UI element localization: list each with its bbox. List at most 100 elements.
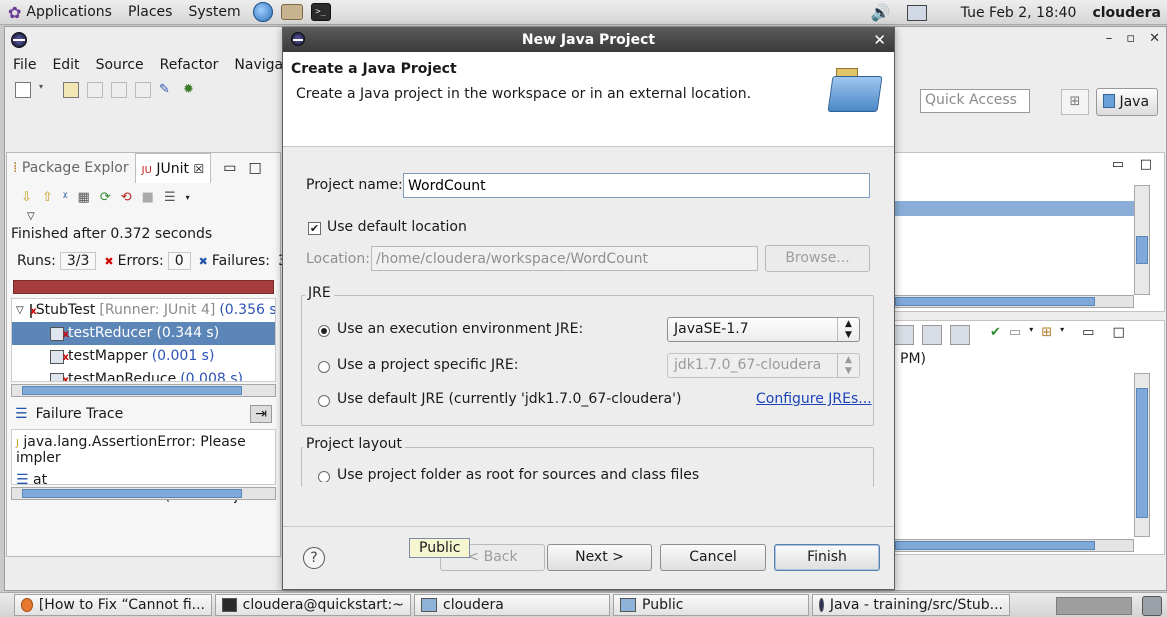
print-icon[interactable] — [135, 82, 151, 98]
volume-icon[interactable]: 🔊 — [871, 3, 891, 22]
menu-refactor[interactable]: Refactor — [152, 57, 227, 73]
tree-row-suite[interactable]: ▽ StubTest [Runner: JUnit 4] (0.356 s) — [12, 299, 275, 323]
use-default-location-checkbox[interactable]: ✔ — [308, 222, 321, 235]
new-package-icon[interactable] — [63, 82, 79, 98]
trace-line[interactable]: J java.lang.AssertionError: Please imple… — [16, 434, 271, 466]
default-jre-radio[interactable] — [318, 395, 330, 407]
cancel-button[interactable]: Cancel — [660, 544, 766, 571]
debug-icon[interactable]: ✹ — [183, 82, 199, 98]
view-minimize-icon[interactable]: ▭ — [223, 160, 236, 176]
open-console-icon[interactable]: ⊞ — [1041, 325, 1052, 345]
save-icon[interactable] — [87, 82, 103, 98]
display-console-icon[interactable]: ▭ — [1009, 325, 1021, 345]
tree-row-test[interactable]: testMapReduce (0.008 s) — [12, 368, 275, 381]
terminal-launcher-icon[interactable]: >_ — [310, 3, 331, 21]
tree-row-test[interactable]: testReducer (0.344 s) — [12, 322, 275, 346]
dropdown-icon[interactable]: ▾ — [1029, 325, 1033, 345]
menu-file[interactable]: File — [5, 57, 44, 73]
dialog-close-icon[interactable]: ✕ — [873, 28, 886, 52]
scroll-lock-icon[interactable]: ▦ — [78, 190, 90, 205]
location-input[interactable] — [371, 246, 758, 271]
close-icon[interactable]: ✕ — [1149, 31, 1160, 46]
clock[interactable]: Tue Feb 2, 18:40 — [961, 5, 1077, 21]
save-all-icon[interactable] — [111, 82, 127, 98]
scroll-thumb[interactable] — [22, 386, 242, 395]
quick-access-input[interactable]: Quick Access — [920, 89, 1030, 113]
tab-package-explorer[interactable]: ⁞ Package Explor — [7, 153, 135, 183]
java-perspective-button[interactable]: Java — [1096, 88, 1158, 116]
close-tab-icon[interactable]: ☒ — [193, 162, 204, 176]
browse-button[interactable]: Browse... — [765, 245, 870, 272]
rerun-icon[interactable]: ⟳ — [100, 190, 111, 205]
vertical-scrollbar[interactable] — [1134, 373, 1150, 537]
menu-source[interactable]: Source — [88, 57, 152, 73]
horizontal-scrollbar[interactable] — [894, 539, 1134, 552]
open-perspective-icon[interactable]: ⊞ — [1061, 89, 1089, 115]
taskbar-item-terminal[interactable]: cloudera@quickstart:~ — [215, 594, 411, 616]
next-button[interactable]: Next > — [547, 544, 652, 571]
vertical-scrollbar[interactable] — [1134, 185, 1150, 295]
taskbar-item-eclipse[interactable]: Java - training/src/Stub... — [812, 594, 1010, 616]
tree-row-test[interactable]: testMapper (0.001 s) — [12, 345, 275, 369]
pin-console-icon[interactable]: ✔ — [990, 325, 1001, 345]
tree-hscrollbar[interactable] — [11, 384, 276, 397]
user-menu[interactable]: cloudera — [1092, 5, 1161, 21]
maximize-icon[interactable]: ▫ — [1126, 31, 1135, 46]
configure-jres-link[interactable]: Configure JREs... — [756, 391, 872, 407]
tab-junit[interactable]: JU JUnit ☒ — [134, 153, 212, 183]
expand-icon[interactable]: ▽ — [16, 299, 24, 322]
taskbar-item-folder[interactable]: cloudera — [414, 594, 610, 616]
view-maximize-icon[interactable]: □ — [248, 160, 261, 176]
specific-jre-radio[interactable] — [318, 361, 330, 373]
finish-button[interactable]: Finish — [774, 544, 880, 571]
view-maximize-icon[interactable]: □ — [1140, 157, 1152, 172]
console-toolbar-icon[interactable] — [922, 325, 942, 345]
test-failed-icon — [50, 346, 69, 369]
horizontal-scrollbar[interactable] — [894, 295, 1134, 308]
taskbar-item-folder[interactable]: Public — [613, 594, 809, 616]
new-dropdown-icon[interactable]: ▾ — [39, 82, 55, 98]
system-menu[interactable]: System — [180, 4, 248, 20]
console-toolbar-icon[interactable] — [950, 325, 970, 345]
view-minimize-icon[interactable]: ▭ — [1112, 157, 1124, 172]
history-dropdown-icon[interactable]: ▾ — [186, 193, 190, 202]
scroll-thumb[interactable] — [895, 541, 1095, 550]
view-menu-icon[interactable]: ▽ — [7, 211, 280, 222]
dropdown-icon[interactable]: ▾ — [1060, 325, 1064, 345]
network-icon[interactable] — [906, 4, 927, 21]
toggle-breakpoint-icon[interactable]: ✎ — [159, 82, 175, 98]
browser-launcher-icon[interactable] — [252, 2, 273, 22]
trace-hscrollbar[interactable] — [11, 487, 276, 500]
scroll-thumb[interactable] — [1136, 388, 1148, 518]
menu-edit[interactable]: Edit — [44, 57, 87, 73]
next-failure-icon[interactable]: ⇩ — [21, 190, 32, 205]
help-icon[interactable]: ? — [303, 547, 325, 569]
history-icon[interactable]: ☰ — [164, 190, 176, 205]
applications-menu[interactable]: ✿ Applications — [0, 3, 120, 22]
new-icon[interactable] — [15, 82, 31, 98]
project-name-input[interactable] — [403, 173, 870, 198]
console-toolbar-icon[interactable] — [894, 325, 914, 345]
scroll-thumb[interactable] — [1136, 236, 1148, 264]
project-root-radio[interactable] — [318, 471, 330, 482]
folder-icon — [421, 598, 437, 612]
trash-icon[interactable] — [1142, 596, 1162, 616]
mail-launcher-icon[interactable] — [280, 4, 303, 20]
stop-icon[interactable]: ■ — [142, 190, 154, 205]
specific-jre-select[interactable]: jdk1.7.0_67-cloudera ▲ ▼ — [667, 353, 860, 378]
exec-env-jre-radio[interactable] — [318, 325, 330, 337]
selected-row[interactable] — [894, 201, 1134, 216]
scroll-thumb[interactable] — [895, 297, 1095, 306]
scroll-thumb[interactable] — [22, 489, 242, 498]
minimize-icon[interactable]: – — [1106, 31, 1113, 46]
view-minimize-icon[interactable]: ▭ — [1082, 325, 1094, 345]
rerun-failed-icon[interactable]: ⟲ — [121, 190, 132, 205]
show-failures-only-icon[interactable]: ᵡ — [63, 190, 68, 205]
previous-failure-icon[interactable]: ⇧ — [42, 190, 53, 205]
places-menu[interactable]: Places — [120, 4, 181, 20]
workspace-switcher[interactable] — [1056, 597, 1132, 615]
exec-env-select[interactable]: JavaSE-1.7 ▲ ▼ — [667, 317, 860, 342]
view-maximize-icon[interactable]: □ — [1112, 325, 1124, 345]
filter-stack-icon[interactable]: ⇥ — [250, 405, 272, 423]
taskbar-item-browser[interactable]: [How to Fix “Cannot fi... — [14, 594, 212, 616]
